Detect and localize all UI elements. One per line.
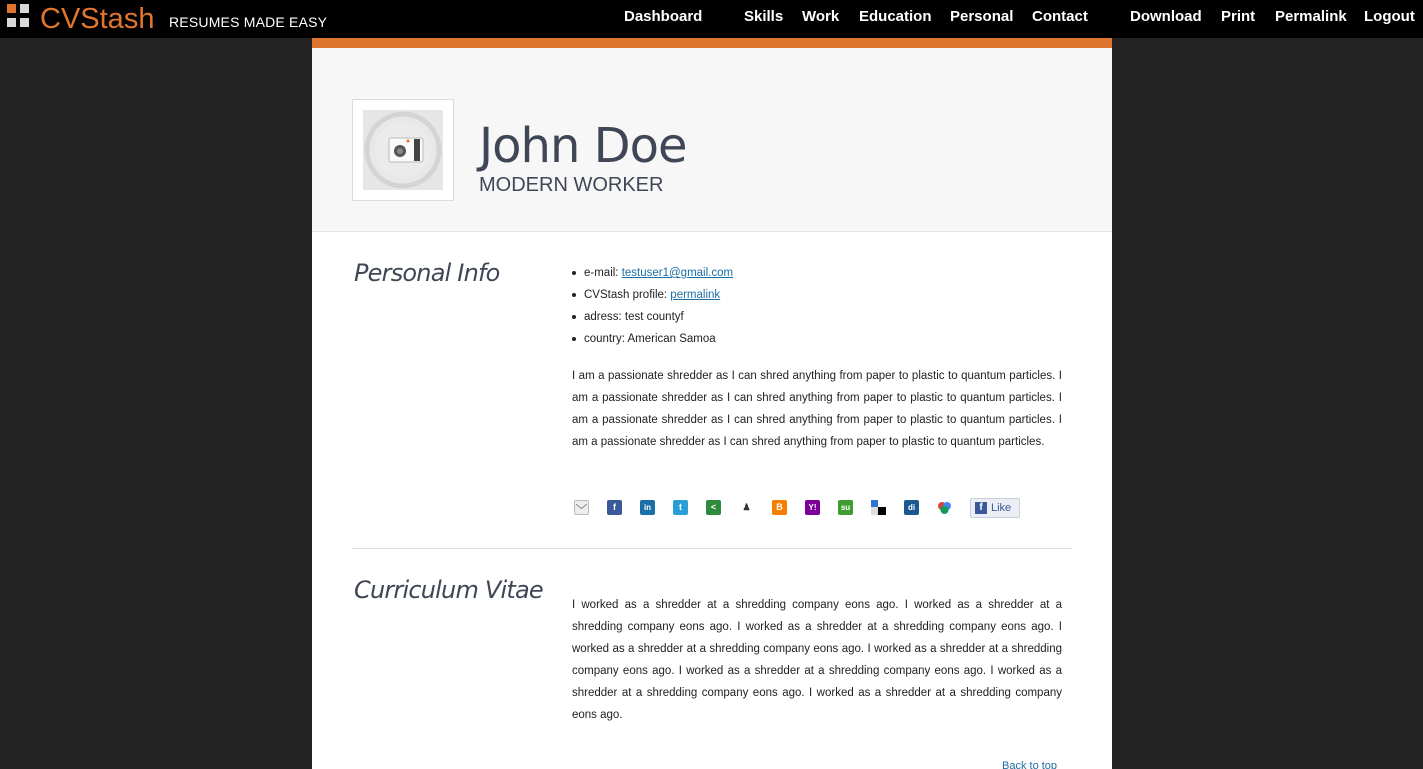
- personal-info-heading: Personal Info: [354, 259, 500, 287]
- share-icon[interactable]: <: [706, 500, 721, 515]
- cv-heading: Curriculum Vitae: [354, 576, 544, 604]
- nav-logout[interactable]: Logout: [1364, 8, 1415, 26]
- cv-paragraph: I worked as a shredder at a shredding co…: [572, 599, 1062, 721]
- accent-stripe: [312, 38, 1112, 48]
- myspace-icon[interactable]: ♟: [739, 500, 754, 515]
- list-item: e-mail: testuser1@gmail.com: [572, 262, 733, 284]
- linkedin-icon[interactable]: in: [640, 500, 655, 515]
- nav-skills[interactable]: Skills: [744, 8, 783, 26]
- list-item: country: American Samoa: [572, 328, 733, 350]
- nav-personal[interactable]: Personal: [950, 8, 1013, 26]
- facebook-icon[interactable]: f: [607, 500, 622, 515]
- bio-paragraph: I am a passionate shredder as I can shre…: [572, 370, 1062, 448]
- profile-label: CVStash profile:: [584, 289, 671, 301]
- list-item: adress: test countyf: [572, 306, 733, 328]
- back-to-top-link[interactable]: Back to top: [1002, 760, 1057, 769]
- nav-work[interactable]: Work: [802, 8, 839, 26]
- camera-placeholder-icon: [363, 110, 443, 190]
- google-icon[interactable]: [937, 500, 952, 515]
- profile-name: John Doe: [479, 118, 687, 174]
- facebook-icon: f: [975, 502, 987, 514]
- avatar: [352, 99, 454, 201]
- permalink-link[interactable]: permalink: [670, 289, 720, 301]
- nav-print[interactable]: Print: [1221, 8, 1255, 26]
- stumbleupon-icon[interactable]: su: [838, 500, 853, 515]
- blogger-icon[interactable]: B: [772, 500, 787, 515]
- nav-permalink[interactable]: Permalink: [1275, 8, 1347, 26]
- delicious-icon[interactable]: [871, 500, 886, 515]
- brand-tagline: RESUMES MADE EASY: [169, 14, 328, 30]
- section-divider: [352, 548, 1072, 549]
- share-toolbar: f in t < ♟ B Y! su di f Like: [574, 498, 1034, 518]
- profile-title: MODERN WORKER: [479, 174, 664, 196]
- nav-dashboard[interactable]: Dashboard: [624, 8, 702, 26]
- list-item: CVStash profile: permalink: [572, 284, 733, 306]
- profile-header: John Doe MODERN WORKER: [312, 48, 1112, 232]
- twitter-icon[interactable]: t: [673, 500, 688, 515]
- brand-name[interactable]: CVStash: [40, 2, 154, 36]
- email-label: e-mail:: [584, 267, 622, 279]
- personal-info-list: e-mail: testuser1@gmail.com CVStash prof…: [572, 262, 733, 350]
- top-navigation-bar: CVStash RESUMES MADE EASY Dashboard Skil…: [0, 0, 1423, 38]
- yahoo-icon[interactable]: Y!: [805, 500, 820, 515]
- nav-download[interactable]: Download: [1130, 8, 1202, 26]
- address-text: adress: test countyf: [584, 311, 684, 323]
- like-label: Like: [991, 502, 1012, 514]
- like-button[interactable]: f Like: [970, 498, 1020, 518]
- resume-card: John Doe MODERN WORKER Personal Info e-m…: [312, 48, 1112, 769]
- nav-education[interactable]: Education: [859, 8, 932, 26]
- nav-contact[interactable]: Contact: [1032, 8, 1088, 26]
- digg-icon[interactable]: di: [904, 500, 919, 515]
- email-icon[interactable]: [574, 500, 589, 515]
- email-link[interactable]: testuser1@gmail.com: [622, 267, 733, 279]
- logo-icon[interactable]: [7, 4, 33, 32]
- country-text: country: American Samoa: [584, 333, 716, 345]
